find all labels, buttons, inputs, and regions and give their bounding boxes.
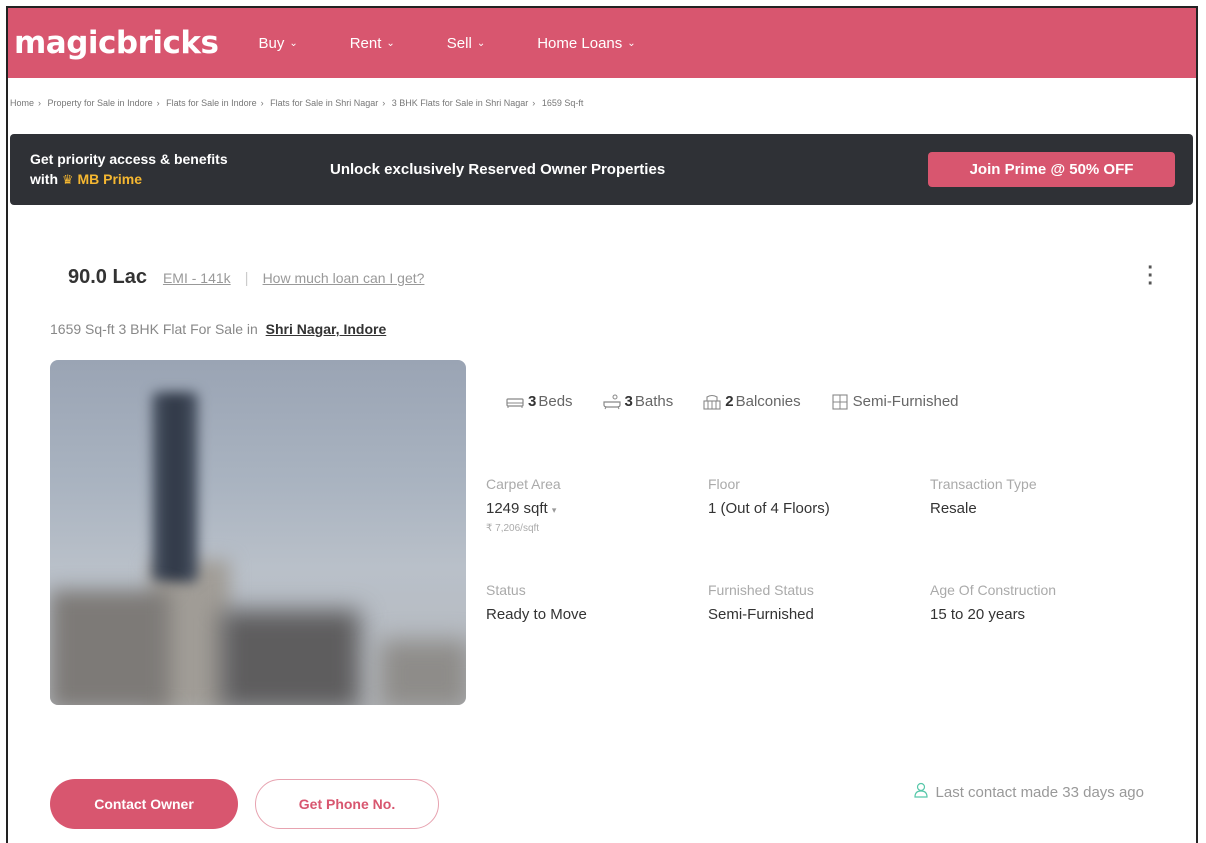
breadcrumb: Home › Property for Sale in Indore › Flats… <box>10 98 584 108</box>
balconies-count: 2 <box>725 393 734 410</box>
amenity-beds: 3 Beds <box>506 393 573 410</box>
status-value: Ready to Move <box>486 606 587 623</box>
furnishing-label: Semi-Furnished <box>852 393 959 410</box>
breadcrumb-home[interactable]: Home <box>10 98 34 108</box>
nav-sell-label: Sell <box>446 34 472 52</box>
transaction-label: Transaction Type <box>930 476 1037 492</box>
carpet-area-text: 1249 sqft <box>486 500 548 517</box>
detail-status: Status Ready to Move <box>486 582 587 623</box>
property-photo[interactable] <box>50 360 466 705</box>
emi-link[interactable]: EMI - 141k <box>163 270 231 286</box>
prime-with: with <box>30 171 58 187</box>
floor-value: 1 (Out of 4 Floors) <box>708 500 830 517</box>
detail-carpet-area: Carpet Area 1249 sqft ▾ ₹ 7,206/sqft <box>486 476 561 534</box>
baths-count: 3 <box>624 393 633 410</box>
prime-headline: Unlock exclusively Reserved Owner Proper… <box>330 161 666 178</box>
chevron-down-icon: ▾ <box>551 505 557 515</box>
chevron-down-icon: ⌄ <box>476 37 486 49</box>
chevron-down-icon: ⌄ <box>289 37 298 49</box>
price-row: 90.0 Lac EMI - 141k | How much loan can … <box>68 266 424 289</box>
breadcrumb-flats-shri-nagar[interactable]: Flats for Sale in Shri Nagar <box>270 98 378 108</box>
top-nav-bar: magicbricks Buy ⌄ Rent ⌄ Sell ⌄ Home Loa… <box>8 8 1196 78</box>
floor-label: Floor <box>708 476 740 492</box>
breadcrumb-current: 1659 Sq-ft <box>541 98 584 108</box>
main-nav: Buy ⌄ Rent ⌄ Sell ⌄ Home Loans ⌄ <box>258 35 687 52</box>
age-label: Age Of Construction <box>930 582 1057 598</box>
more-options-icon[interactable]: · · · <box>1147 258 1154 294</box>
bed-icon <box>506 397 524 408</box>
carpet-area-value[interactable]: 1249 sqft ▾ <box>486 500 561 517</box>
breadcrumb-property-sale[interactable]: Property for Sale in Indore <box>48 98 153 108</box>
furnished-value: Semi-Furnished <box>708 606 814 623</box>
photo-shape <box>220 610 360 705</box>
join-prime-button[interactable]: Join Prime @ 50% OFF <box>928 152 1175 187</box>
photo-shape <box>50 590 170 705</box>
nav-rent-label: Rent <box>349 34 382 52</box>
price-per-sqft: ₹ 7,206/sqft <box>486 523 540 534</box>
nav-home-loans-label: Home Loans <box>537 34 623 52</box>
detail-transaction-type: Transaction Type Resale <box>930 476 1037 517</box>
status-label: Status <box>486 582 526 598</box>
amenity-baths: 3 Baths <box>602 393 674 410</box>
nav-buy[interactable]: Buy ⌄ <box>258 35 297 52</box>
transaction-value: Resale <box>930 500 977 517</box>
crown-icon: ♛ <box>61 172 74 187</box>
photo-shape <box>380 640 466 705</box>
locality-link[interactable]: Shri Nagar, Indore <box>266 321 387 337</box>
nav-rent[interactable]: Rent ⌄ <box>350 35 395 52</box>
breadcrumb-flats-indore[interactable]: Flats for Sale in Indore <box>166 98 257 108</box>
nav-home-loans[interactable]: Home Loans ⌄ <box>537 35 635 52</box>
divider: | <box>244 270 249 287</box>
detail-furnished-status: Furnished Status Semi-Furnished <box>708 582 814 623</box>
amenity-furnishing: Semi-Furnished <box>831 393 959 410</box>
prime-brand: MB Prime <box>77 171 143 187</box>
prime-banner-text: Get priority access & benefits with ♛ MB… <box>30 149 315 190</box>
bathtub-icon <box>602 394 621 409</box>
magicbricks-logo[interactable]: magicbricks <box>14 25 219 61</box>
balcony-icon <box>703 394 721 410</box>
prime-line1: Get priority access & benefits <box>30 151 228 167</box>
page-frame: magicbricks Buy ⌄ Rent ⌄ Sell ⌄ Home Loa… <box>6 6 1198 843</box>
last-contact-info: Last contact made 33 days ago <box>913 782 1144 802</box>
prime-banner: Get priority access & benefits with ♛ MB… <box>10 134 1193 205</box>
prime-line2: with ♛ MB Prime <box>30 169 315 190</box>
carpet-area-label: Carpet Area <box>486 476 561 492</box>
beds-label: Beds <box>538 393 573 410</box>
chevron-down-icon: ⌄ <box>627 37 636 49</box>
balconies-label: Balconies <box>735 393 801 410</box>
beds-count: 3 <box>528 393 537 410</box>
amenities-row: 3 Beds 3 Baths 2 Balconies Semi-Furnishe… <box>506 393 989 410</box>
baths-label: Baths <box>634 393 674 410</box>
furnished-label: Furnished Status <box>708 582 814 598</box>
listing-subtitle-text: 1659 Sq-ft 3 BHK Flat For Sale in <box>50 321 258 337</box>
wardrobe-icon <box>832 393 848 410</box>
detail-floor: Floor 1 (Out of 4 Floors) <box>708 476 830 517</box>
contact-owner-button[interactable]: Contact Owner <box>50 779 238 829</box>
age-value: 15 to 20 years <box>930 606 1026 623</box>
nav-buy-label: Buy <box>258 34 285 52</box>
nav-sell[interactable]: Sell ⌄ <box>447 35 485 52</box>
breadcrumb-3bhk-shri-nagar[interactable]: 3 BHK Flats for Sale in Shri Nagar <box>392 98 529 108</box>
listing-price: 90.0 Lac <box>68 266 147 288</box>
user-icon <box>913 782 928 802</box>
chevron-down-icon: ⌄ <box>386 37 395 49</box>
loan-eligibility-link[interactable]: How much loan can I get? <box>263 270 425 286</box>
last-contact-text: Last contact made 33 days ago <box>935 783 1144 801</box>
detail-age-of-construction: Age Of Construction 15 to 20 years <box>930 582 1056 623</box>
listing-subtitle: 1659 Sq-ft 3 BHK Flat For Sale in Shri N… <box>50 321 386 337</box>
photo-shape <box>152 392 198 582</box>
get-phone-button[interactable]: Get Phone No. <box>255 779 439 829</box>
amenity-balconies: 2 Balconies <box>703 393 801 410</box>
